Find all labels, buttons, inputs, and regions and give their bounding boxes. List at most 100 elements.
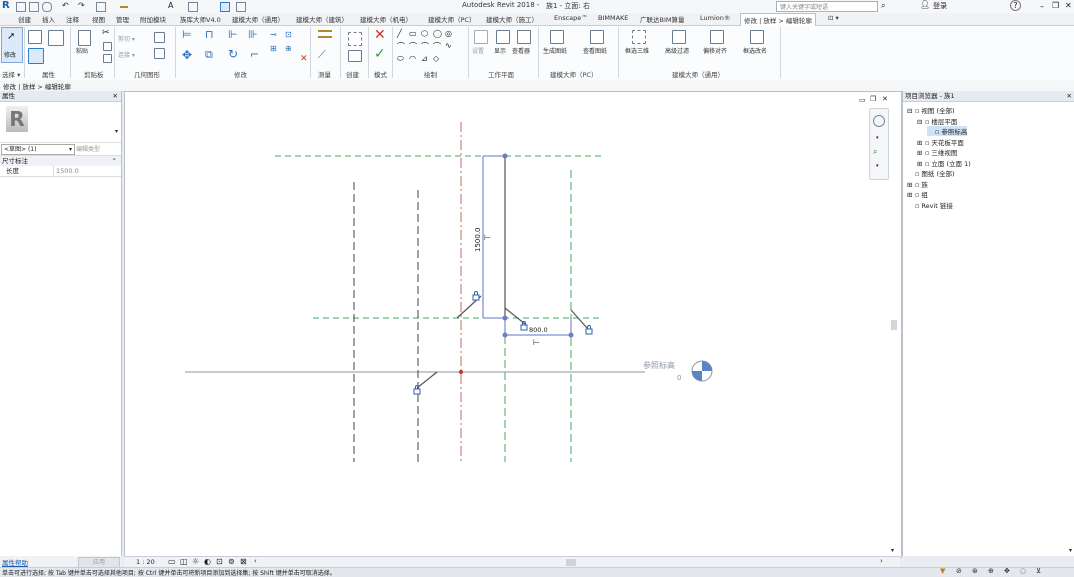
collapse-icon[interactable]: ⌃ bbox=[112, 156, 117, 166]
pick-face-icon[interactable]: ◇ bbox=[433, 54, 439, 63]
view-close-icon[interactable]: ✕ bbox=[882, 95, 888, 103]
redo-icon[interactable]: ↷ bbox=[78, 2, 86, 10]
generate-drawing-button[interactable]: 生成图纸 bbox=[543, 46, 567, 55]
tab-15[interactable]: Lumion® bbox=[700, 14, 730, 22]
group-row[interactable]: 尺寸标注 ⌃ bbox=[0, 156, 121, 166]
show-workplane-icon[interactable] bbox=[496, 30, 510, 44]
scroll-right-icon[interactable]: › bbox=[880, 557, 883, 565]
profile-line-bottom-diag[interactable] bbox=[416, 371, 438, 389]
print-icon[interactable] bbox=[96, 2, 106, 12]
preview-dropdown-icon[interactable]: ▾ bbox=[115, 128, 118, 135]
tree-toggle-icon[interactable]: ⊞ bbox=[917, 160, 925, 168]
offset-align-icon[interactable] bbox=[710, 30, 724, 44]
tab-2[interactable]: 注释 bbox=[66, 14, 79, 24]
dim-grip-right[interactable] bbox=[568, 332, 574, 338]
3d-view-icon[interactable] bbox=[188, 2, 198, 12]
filter-count-icon[interactable]: ⊻ bbox=[1036, 567, 1041, 575]
tab-5[interactable]: 附加模块 bbox=[140, 14, 166, 24]
arc-icon[interactable]: ⌒ bbox=[397, 41, 405, 52]
vertical-scrollbar[interactable]: ▾ bbox=[889, 92, 899, 557]
rotate-icon[interactable]: ↻ bbox=[228, 47, 238, 61]
tree-toggle-icon[interactable]: ⊞ bbox=[917, 149, 925, 157]
login-link[interactable]: 登录 bbox=[933, 1, 947, 11]
advanced-filter-icon[interactable] bbox=[672, 30, 686, 44]
type-selector[interactable]: <草图> (1) ▾ bbox=[1, 144, 75, 155]
shadows-icon[interactable]: ◐ bbox=[204, 557, 211, 566]
line-icon[interactable]: ╱ bbox=[397, 29, 402, 38]
scale-selector[interactable]: 1 : 20 bbox=[136, 558, 155, 566]
browser-item[interactable]: ⊞ ▫ 天花板平面 bbox=[917, 137, 964, 147]
create-group-icon[interactable] bbox=[348, 32, 362, 46]
box-rename-icon[interactable] bbox=[750, 30, 764, 44]
tab-14[interactable]: 广联达BIM算量 bbox=[640, 14, 684, 24]
panel-label-0[interactable]: 选择 ▾ bbox=[2, 69, 20, 79]
nav-chevron-icon[interactable]: ▾ bbox=[876, 135, 879, 141]
panel-label-11[interactable]: 建模大师（通用） bbox=[672, 69, 724, 79]
sync-icon[interactable] bbox=[42, 2, 52, 12]
show-workplane-button[interactable]: 显示 bbox=[494, 46, 506, 55]
minimize-icon[interactable]: – bbox=[1040, 2, 1044, 11]
circle-icon[interactable]: ◯ bbox=[433, 29, 442, 38]
array-icon[interactable]: ⊞ bbox=[270, 44, 277, 53]
tab-1[interactable]: 插入 bbox=[42, 14, 55, 24]
tab-0[interactable]: 创建 bbox=[18, 14, 31, 24]
panel-label-2[interactable]: 剪贴板 bbox=[84, 69, 104, 79]
viewer-icon[interactable] bbox=[517, 30, 531, 44]
panel-label-10[interactable]: 建模大师（PC） bbox=[550, 69, 597, 79]
dim-horizontal-handle-icon[interactable]: ⊢ bbox=[533, 338, 540, 347]
panel-label-5[interactable]: 测量 bbox=[318, 69, 331, 79]
tab-6[interactable]: 族库大师V4.0 bbox=[180, 14, 221, 24]
origin-point[interactable] bbox=[459, 370, 463, 374]
properties-help-link[interactable]: 属性帮助 bbox=[2, 557, 28, 567]
tab-13[interactable]: BIMMAKE bbox=[598, 14, 628, 22]
browser-item[interactable]: ▫ 图纸 (全部) bbox=[907, 168, 955, 178]
properties-close-icon[interactable]: ✕ bbox=[113, 91, 118, 101]
select-links-icon[interactable]: ⊘ bbox=[956, 567, 962, 575]
viewer-button[interactable]: 查看器 bbox=[512, 46, 530, 55]
cut-icon[interactable]: ✂ bbox=[102, 28, 110, 38]
help-icon[interactable]: ? bbox=[1010, 0, 1021, 11]
type-properties-icon[interactable] bbox=[28, 48, 44, 64]
mirror-draw-icon[interactable]: ⊪ bbox=[248, 28, 258, 41]
search-input[interactable]: 键入关键字或短语 bbox=[776, 1, 878, 12]
cut-geometry-button[interactable]: 剪切 ▾ bbox=[118, 34, 135, 43]
delete-icon[interactable]: ✕ bbox=[300, 54, 308, 64]
restore-icon[interactable]: ❐ bbox=[1052, 1, 1059, 10]
view-minimize-icon[interactable]: ▭ bbox=[859, 96, 866, 104]
lock-icon[interactable] bbox=[472, 291, 480, 301]
align-icon[interactable]: ⊨ bbox=[182, 28, 192, 41]
sun-path-icon[interactable]: ☼ bbox=[192, 557, 199, 566]
measure-tool-icon[interactable] bbox=[318, 30, 332, 38]
drawing-svg[interactable]: 1500.0 ⊢ 800.0 ⊢ 参照标高 0 bbox=[125, 92, 901, 557]
dim-grip-top[interactable] bbox=[502, 153, 508, 159]
tree-toggle-icon[interactable]: ⊞ bbox=[907, 191, 915, 199]
split-icon[interactable]: ⊸ bbox=[270, 30, 277, 39]
geometry-icon-2[interactable] bbox=[154, 48, 165, 59]
box-select-3d-button[interactable]: 框选三维 bbox=[625, 46, 649, 55]
modify-button[interactable]: ➚ 修改 bbox=[1, 27, 23, 63]
generate-drawing-icon[interactable] bbox=[550, 30, 564, 44]
polygon-icon[interactable]: ⬡ bbox=[421, 29, 428, 38]
edit-type-button[interactable]: 编辑类型 bbox=[76, 144, 100, 153]
advanced-filter-button[interactable]: 高级过滤 bbox=[665, 46, 689, 55]
browser-item[interactable]: ⊞ ▫ 族 bbox=[907, 179, 928, 189]
set-workplane-icon[interactable] bbox=[474, 30, 488, 44]
offset-align-button[interactable]: 偏移对齐 bbox=[703, 46, 727, 55]
reveal-hidden-icon[interactable]: ⊠ bbox=[240, 557, 247, 566]
horizontal-scroll-thumb[interactable] bbox=[566, 559, 576, 566]
ellipse-icon[interactable]: ⬭ bbox=[397, 54, 404, 64]
browser-item[interactable]: ▫ Revit 链接 bbox=[907, 200, 953, 210]
profile-line-right-diag2[interactable] bbox=[570, 309, 588, 329]
scroll-down-icon[interactable]: ▾ bbox=[891, 547, 894, 554]
background-processes-icon[interactable]: ◌ bbox=[1020, 567, 1026, 575]
partial-ellipse-icon[interactable]: ◠ bbox=[409, 54, 416, 63]
switch-window-icon[interactable] bbox=[220, 2, 230, 12]
project-browser-close-icon[interactable]: ✕ bbox=[1067, 91, 1072, 101]
spline-icon[interactable]: ∿ bbox=[445, 41, 452, 50]
paste-icon[interactable] bbox=[78, 30, 91, 46]
view-drawing-button[interactable]: 查看图纸 bbox=[583, 46, 607, 55]
scroll-thumb[interactable] bbox=[891, 320, 897, 330]
paste-label[interactable]: 粘贴 bbox=[76, 46, 88, 55]
fillet-icon[interactable]: ⌒ bbox=[433, 41, 441, 52]
hide-isolate-icon[interactable]: ⊚ bbox=[228, 557, 235, 566]
